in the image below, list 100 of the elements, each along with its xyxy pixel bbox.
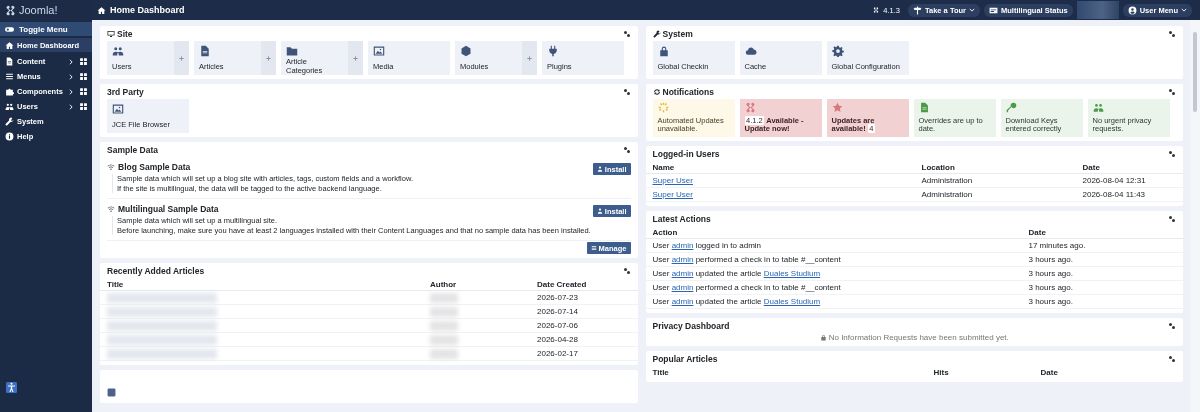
column-header: Date: [1021, 226, 1183, 239]
panel-title: Site: [117, 28, 133, 39]
logo-icon: [873, 7, 880, 13]
table-cell: 3 hours ago.: [1021, 295, 1183, 309]
panel-title: Notifications: [662, 86, 714, 97]
link[interactable]: admin: [671, 255, 694, 264]
list-icon: [591, 245, 598, 251]
lock-icon: [657, 45, 670, 57]
scrollbar[interactable]: [1190, 20, 1200, 412]
table-cell: 3 hours ago.: [1021, 253, 1183, 267]
logo-icon: [5, 4, 16, 16]
users-icon: [5, 102, 14, 111]
card-icon: [989, 5, 998, 15]
lock-icon: [819, 334, 827, 341]
table-cell: 2026-02-17: [530, 347, 638, 361]
link[interactable]: Duales Studium: [763, 269, 821, 278]
accessibility-icon[interactable]: [6, 382, 17, 393]
person-icon: [597, 166, 604, 172]
settings-icon[interactable]: [1168, 87, 1176, 96]
table-cell: 3 hours ago.: [1021, 281, 1183, 295]
users-icon: [1092, 102, 1104, 113]
cube-icon: [460, 45, 472, 57]
wifi-icon: [107, 163, 115, 171]
redacted-block: [430, 306, 458, 317]
sample-title: Blog Sample Data: [118, 162, 191, 172]
person-icon: [597, 208, 604, 214]
spinner-icon: [657, 102, 669, 113]
puzzle-icon: [5, 87, 14, 96]
table-cell: Administration: [914, 188, 1076, 202]
settings-icon[interactable]: [1168, 321, 1176, 330]
plug-icon: [547, 45, 559, 57]
folder-icon: [286, 45, 298, 57]
table-cell: 2026-04-28: [530, 333, 638, 347]
plus-icon: [178, 54, 185, 62]
info-icon: [5, 132, 14, 141]
action-text: User admin performed a check in to table #__content: [652, 283, 841, 292]
table-cell: 17 minutes ago.: [1021, 239, 1183, 253]
scrollbar-thumb[interactable]: [1193, 32, 1197, 112]
home-icon: [97, 5, 106, 15]
column-header: Hits: [932, 366, 950, 378]
settings-icon[interactable]: [1168, 214, 1176, 223]
document-icon: [199, 45, 211, 57]
user-link[interactable]: Super User: [652, 190, 693, 199]
column-header: Title: [651, 366, 670, 378]
document-icon: [5, 57, 14, 66]
gear-icon: [831, 45, 844, 57]
redacted-block: [1076, 1, 1119, 19]
link[interactable]: admin: [671, 283, 694, 292]
table-cell: 3 hours ago.: [1021, 267, 1183, 281]
key-icon: [1005, 102, 1017, 113]
panel-title: Latest Actions: [652, 213, 711, 224]
settings-icon[interactable]: [1168, 149, 1176, 158]
image-icon: [112, 103, 124, 115]
list-icon: [5, 72, 14, 81]
link[interactable]: admin: [671, 241, 694, 250]
monitor-icon: [107, 29, 115, 38]
user-link[interactable]: Super User: [652, 176, 693, 185]
module-icon: [107, 388, 116, 397]
link[interactable]: admin: [671, 269, 694, 278]
table-cell: 2026-07-23: [530, 291, 638, 305]
panel-title: Sample Data: [107, 144, 159, 155]
action-text: User admin logged in to admin: [652, 241, 762, 250]
plus-icon: [265, 54, 272, 62]
users-icon: [112, 45, 124, 57]
grid-icon[interactable]: [79, 102, 88, 111]
action-text: User admin updated the article Duales Studium: [652, 269, 821, 278]
wifi-icon: [107, 205, 115, 213]
grid-icon[interactable]: [79, 72, 88, 81]
cloud-icon: [744, 45, 757, 57]
settings-icon[interactable]: [622, 87, 631, 96]
redacted-block: [430, 320, 458, 331]
toggle-menu-button[interactable]: Toggle Menu: [0, 22, 92, 36]
wrench-icon: [5, 117, 14, 126]
panel-title: Logged-in Users: [652, 148, 720, 159]
logo-text: Joomla!: [19, 4, 58, 16]
settings-icon[interactable]: [1168, 29, 1176, 38]
panel-title: Recently Added Articles: [107, 265, 205, 276]
link[interactable]: admin: [671, 297, 694, 306]
signpost-icon: [913, 5, 922, 15]
settings-icon[interactable]: [1168, 354, 1176, 363]
settings-icon[interactable]: [622, 266, 631, 275]
grid-icon[interactable]: [79, 87, 88, 96]
table-cell: 2026-07-14: [530, 305, 638, 319]
panel-title: System: [662, 28, 693, 39]
grid-icon[interactable]: [79, 57, 88, 66]
action-text: User admin performed a check in to table #__content: [652, 255, 841, 264]
toggle-icon: [5, 24, 14, 34]
logo-icon: [744, 102, 756, 113]
page-title: Home Dashboard: [110, 5, 185, 15]
table-cell: 2026-07-06: [530, 319, 638, 333]
star-icon: [831, 102, 843, 113]
redacted-block: [430, 292, 458, 303]
settings-icon[interactable]: [622, 145, 631, 154]
table-cell: 2026-08-04 11:43: [1075, 188, 1183, 202]
link[interactable]: Duales Studium: [763, 297, 821, 306]
settings-icon[interactable]: [622, 29, 631, 38]
column-header: Author: [423, 278, 530, 291]
refresh-icon: [652, 87, 661, 96]
action-text: User admin updated the article Duales Studium: [652, 297, 821, 306]
column-header: Date: [1075, 161, 1183, 174]
